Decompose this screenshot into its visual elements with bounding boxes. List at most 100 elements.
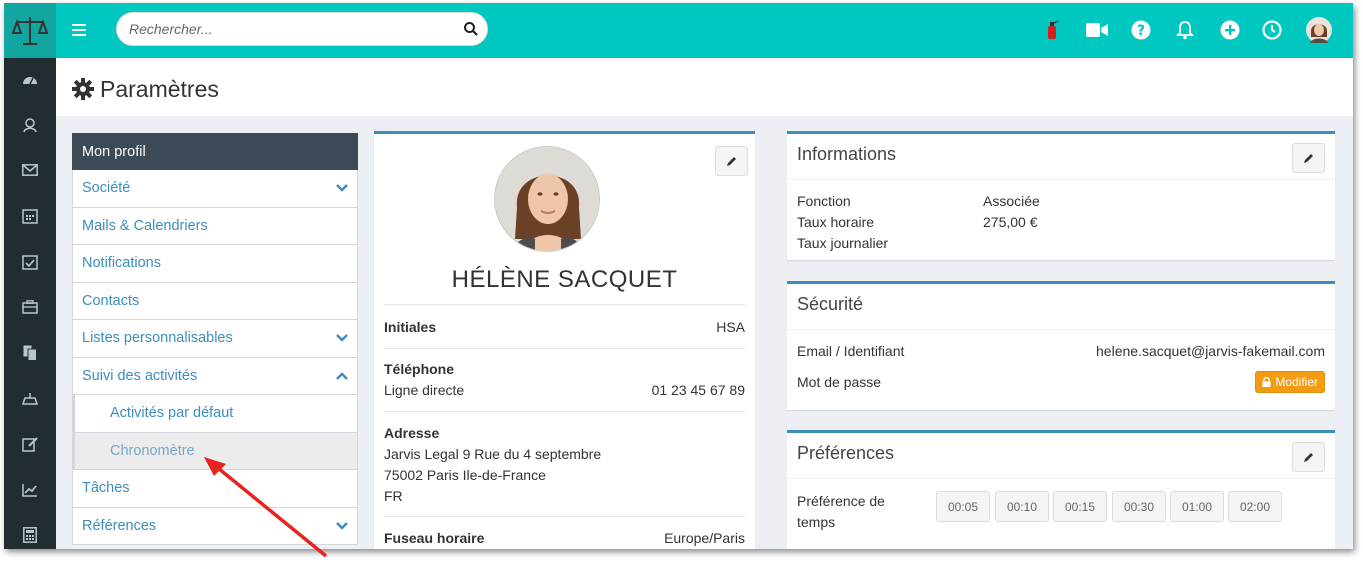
direct-line-value: 01 23 45 67 89 bbox=[651, 382, 745, 398]
menu-item-societe[interactable]: Société bbox=[72, 170, 358, 208]
menu-item-chronometre[interactable]: Chronomètre bbox=[72, 432, 358, 470]
separator bbox=[384, 516, 745, 517]
chevron-down-icon bbox=[336, 184, 348, 192]
menu-item-references[interactable]: Références bbox=[72, 507, 358, 545]
daily-rate-label: Taux journalier bbox=[797, 235, 889, 251]
email-label: Email / Identifiant bbox=[797, 343, 905, 359]
profile-avatar bbox=[494, 146, 600, 252]
menu-item-notifications[interactable]: Notifications bbox=[72, 245, 358, 283]
menu-item-label: Société bbox=[82, 180, 131, 196]
chart-icon[interactable] bbox=[19, 479, 41, 501]
menu-item-taches[interactable]: Tâches bbox=[72, 470, 358, 508]
menu-item-suivi-activites[interactable]: Suivi des activités bbox=[72, 357, 358, 395]
calculator-icon[interactable] bbox=[19, 524, 41, 546]
informations-box: Informations Fonction Associée Taux hora… bbox=[787, 131, 1335, 260]
briefcase-icon[interactable] bbox=[19, 296, 41, 318]
function-value: Associée bbox=[983, 193, 1040, 209]
initials-value: HSA bbox=[716, 319, 745, 335]
time-option-button[interactable]: 00:15 bbox=[1053, 491, 1107, 522]
timezone-value: Europe/Paris bbox=[664, 530, 745, 546]
scale-icon[interactable] bbox=[19, 388, 41, 410]
left-sidebar bbox=[4, 58, 56, 549]
bell-icon[interactable] bbox=[1173, 18, 1197, 42]
edit-informations-button[interactable] bbox=[1292, 143, 1325, 173]
time-preference-label-line1: Préférence de bbox=[797, 493, 885, 509]
separator bbox=[384, 411, 745, 412]
hourly-rate-value: 275,00 € bbox=[983, 214, 1038, 230]
help-icon[interactable]: ? bbox=[1129, 18, 1153, 42]
modify-button-label: Modifier bbox=[1275, 375, 1318, 389]
gear-icon bbox=[72, 78, 94, 100]
profile-name: HÉLÈNE SACQUET bbox=[451, 266, 678, 293]
app-logo[interactable] bbox=[4, 3, 56, 58]
initials-label: Initiales bbox=[384, 319, 437, 335]
hourly-rate-label: Taux horaire bbox=[797, 214, 875, 230]
chevron-down-icon bbox=[336, 521, 348, 530]
calendar-check-icon[interactable] bbox=[19, 251, 41, 273]
menu-item-label: Suivi des activités bbox=[82, 367, 198, 384]
mail-icon[interactable] bbox=[19, 159, 41, 181]
calendar-icon[interactable] bbox=[19, 205, 41, 227]
lock-icon bbox=[1262, 377, 1271, 387]
separator bbox=[384, 304, 745, 305]
time-option-button[interactable]: 00:30 bbox=[1112, 491, 1166, 522]
user-avatar[interactable] bbox=[1305, 16, 1333, 44]
menu-item-label: Chronomètre bbox=[110, 442, 195, 459]
password-label: Mot de passe bbox=[797, 374, 882, 390]
menu-item-mails-calendriers[interactable]: Mails & Calendriers bbox=[72, 207, 358, 245]
search-icon[interactable] bbox=[463, 21, 479, 37]
hamburger-menu-icon[interactable] bbox=[68, 19, 90, 41]
edit-icon[interactable] bbox=[19, 433, 41, 455]
time-option-button[interactable]: 01:00 bbox=[1170, 491, 1224, 522]
app-window: ? bbox=[4, 3, 1353, 549]
video-camera-icon[interactable] bbox=[1085, 18, 1109, 42]
address-line-2: 75002 Paris Ile-de-France bbox=[384, 467, 546, 483]
pencil-icon bbox=[727, 156, 736, 166]
time-option-button[interactable]: 00:05 bbox=[936, 491, 990, 522]
menu-item-contacts[interactable]: Contacts bbox=[72, 282, 358, 320]
menu-item-label: Notifications bbox=[82, 255, 161, 271]
address-label: Adresse bbox=[384, 425, 440, 441]
fire-extinguisher-icon[interactable] bbox=[1040, 18, 1064, 42]
documents-icon[interactable] bbox=[19, 342, 41, 364]
page-title: Paramètres bbox=[100, 76, 219, 102]
separator bbox=[787, 329, 1335, 330]
securite-title: Sécurité bbox=[797, 294, 864, 314]
menu-item-listes-personnalisables[interactable]: Listes personnalisables bbox=[72, 320, 358, 358]
dashboard-icon[interactable] bbox=[19, 68, 41, 90]
profile-box: HÉLÈNE SACQUET Initiales HSA Téléphone L… bbox=[374, 131, 755, 549]
search-input[interactable] bbox=[129, 13, 449, 45]
address-line-1: Jarvis Legal 9 Rue du 4 septembre bbox=[384, 446, 602, 462]
plus-circle-icon[interactable] bbox=[1218, 18, 1242, 42]
time-option-button[interactable]: 00:10 bbox=[995, 491, 1049, 522]
content-header bbox=[56, 58, 1353, 116]
scales-logo-icon bbox=[12, 16, 48, 45]
menu-item-activites-par-defaut[interactable]: Activités par défaut bbox=[72, 395, 358, 433]
contacts-icon[interactable] bbox=[19, 114, 41, 136]
menu-item-mon-profil[interactable]: Mon profil bbox=[72, 133, 358, 170]
preferences-box: Préférences Préférence de temps 00:05 00… bbox=[787, 430, 1335, 549]
modify-password-button[interactable]: Modifier bbox=[1255, 371, 1325, 393]
timezone-label: Fuseau horaire bbox=[384, 530, 485, 546]
search-bar bbox=[116, 12, 488, 46]
clock-icon[interactable] bbox=[1260, 18, 1284, 42]
separator bbox=[787, 478, 1335, 479]
chevron-up-icon bbox=[336, 371, 348, 380]
top-bar: ? bbox=[4, 3, 1353, 58]
menu-item-label: Listes personnalisables bbox=[82, 330, 233, 346]
address-line-3: FR bbox=[384, 488, 403, 504]
menu-item-label: Tâches bbox=[82, 480, 130, 496]
chevron-down-icon bbox=[336, 334, 348, 342]
edit-profile-button[interactable] bbox=[715, 146, 748, 176]
function-label: Fonction bbox=[797, 193, 851, 209]
menu-item-label: Contacts bbox=[82, 292, 140, 309]
edit-preferences-button[interactable] bbox=[1292, 442, 1325, 472]
securite-box: Sécurité Email / Identifiant helene.sacq… bbox=[787, 281, 1335, 410]
separator bbox=[787, 179, 1335, 180]
menu-item-label: Mails & Calendriers bbox=[82, 217, 208, 234]
preferences-title: Préférences bbox=[797, 443, 895, 463]
direct-line-label: Ligne directe bbox=[384, 382, 465, 398]
time-option-button[interactable]: 02:00 bbox=[1228, 491, 1282, 522]
pencil-icon bbox=[1304, 153, 1313, 163]
settings-menu: Mon profil Société Mails & Calendriers N… bbox=[72, 133, 358, 545]
